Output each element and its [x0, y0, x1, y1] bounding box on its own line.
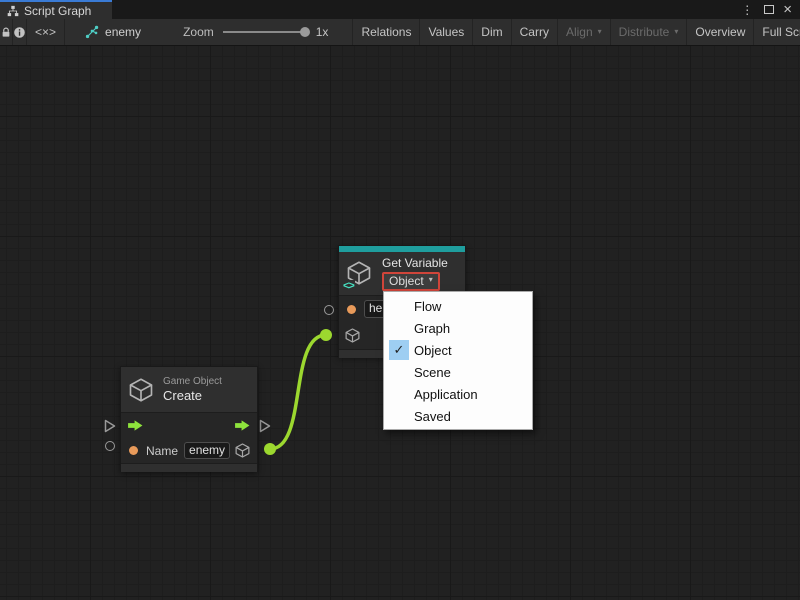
- relations-button[interactable]: Relations: [352, 19, 420, 45]
- node-title: Create: [163, 388, 222, 404]
- string-input-port[interactable]: [347, 305, 356, 314]
- info-icon: [13, 26, 26, 39]
- menu-item-scene[interactable]: Scene: [384, 361, 532, 383]
- graph-breadcrumb[interactable]: enemy: [81, 19, 149, 45]
- overview-label: Overview: [695, 25, 745, 39]
- node-title: Get Variable: [382, 256, 448, 270]
- menu-item-label: Object: [414, 343, 452, 358]
- chevron-down-icon: ▾: [674, 27, 678, 36]
- close-button[interactable]: ×: [783, 2, 792, 17]
- distribute-label: Distribute: [619, 25, 670, 39]
- zoom-control: Zoom 1x: [175, 19, 336, 45]
- menu-item-application[interactable]: Application: [384, 383, 532, 405]
- get-variable-header[interactable]: <> Get Variable Object ▾: [339, 252, 465, 295]
- variable-scope-menu: Flow Graph ✓ Object Scene Application Sa…: [383, 291, 533, 430]
- name-label: Name: [146, 444, 178, 458]
- lock-icon: [0, 26, 12, 39]
- menu-item-label: Scene: [414, 365, 451, 380]
- inspect-button[interactable]: [13, 19, 27, 45]
- menu-item-saved[interactable]: Saved: [384, 405, 532, 427]
- full-screen-label: Full Screen: [762, 25, 800, 39]
- distribute-dropdown-button[interactable]: Distribute ▾: [611, 19, 688, 45]
- dim-label: Dim: [481, 25, 502, 39]
- zoom-value: 1x: [316, 25, 329, 39]
- graph-toolbar: <×> enemy Zoom 1x Relations Values Dim C…: [0, 19, 800, 46]
- create-name-input-port[interactable]: [105, 441, 115, 451]
- menu-item-label: Flow: [414, 299, 441, 314]
- create-flow-input-port[interactable]: [104, 419, 116, 433]
- full-screen-button[interactable]: Full Screen: [754, 19, 800, 45]
- window-controls: ⋮ ×: [739, 0, 800, 19]
- string-input-port[interactable]: [129, 446, 138, 455]
- zoom-slider[interactable]: [223, 31, 307, 33]
- lock-button[interactable]: [0, 19, 13, 45]
- code-icon: <×>: [35, 25, 56, 39]
- zoom-label: Zoom: [183, 25, 214, 39]
- chevron-down-icon: ▾: [429, 273, 433, 287]
- variable-scope-dropdown[interactable]: Object ▾: [382, 272, 440, 291]
- zoom-slider-handle[interactable]: [300, 27, 310, 37]
- window-menu-button[interactable]: ⋮: [739, 4, 755, 16]
- menu-item-label: Saved: [414, 409, 451, 424]
- graph-asset-icon: [85, 25, 99, 39]
- gameobject-cube-icon: [127, 376, 155, 404]
- graph-name: enemy: [105, 25, 141, 39]
- menu-item-label: Application: [414, 387, 478, 402]
- overview-button[interactable]: Overview: [687, 19, 754, 45]
- tab-script-graph[interactable]: Script Graph: [0, 0, 112, 19]
- node-footer: [121, 463, 257, 472]
- relations-label: Relations: [361, 25, 411, 39]
- menu-item-graph[interactable]: Graph: [384, 317, 532, 339]
- gameobject-type-icon: [344, 327, 361, 344]
- flow-out-arrow-icon[interactable]: [234, 419, 251, 432]
- chevron-down-icon: ▾: [598, 27, 602, 36]
- get-variable-flow-input-port[interactable]: [324, 305, 334, 315]
- game-object-create-node[interactable]: Game Object Create Name enemy: [120, 366, 258, 472]
- create-node-header[interactable]: Game Object Create: [121, 367, 257, 412]
- create-flow-output-port[interactable]: [259, 419, 271, 433]
- flow-row: [121, 412, 257, 438]
- variable-cube-icon: <>: [345, 259, 375, 289]
- align-dropdown-button[interactable]: Align ▾: [558, 19, 611, 45]
- carry-label: Carry: [520, 25, 549, 39]
- values-label: Values: [428, 25, 464, 39]
- name-row: Name enemy: [121, 438, 257, 463]
- toolbar-spacer: [336, 19, 352, 45]
- carry-button[interactable]: Carry: [512, 19, 558, 45]
- name-value-field[interactable]: enemy: [184, 442, 230, 459]
- maximize-button[interactable]: [764, 5, 774, 14]
- node-category: Game Object: [163, 376, 222, 388]
- align-label: Align: [566, 25, 593, 39]
- tab-bar: Script Graph ⋮ ×: [0, 0, 800, 19]
- tab-label: Script Graph: [24, 4, 91, 18]
- flow-in-arrow-icon[interactable]: [127, 419, 144, 432]
- scope-value: Object: [389, 274, 424, 288]
- values-button[interactable]: Values: [420, 19, 473, 45]
- menu-item-label: Graph: [414, 321, 450, 336]
- menu-item-object[interactable]: ✓ Object: [384, 339, 532, 361]
- check-icon: ✓: [389, 340, 409, 360]
- graph-hierarchy-icon: [7, 5, 19, 17]
- code-preview-button[interactable]: <×>: [27, 19, 65, 45]
- menu-item-flow[interactable]: Flow: [384, 295, 532, 317]
- variable-badge-icon: <>: [343, 280, 355, 292]
- check-cell: ✓: [384, 340, 414, 360]
- toolbar-gap: [65, 19, 81, 45]
- gameobject-output-icon: [234, 442, 251, 459]
- dim-button[interactable]: Dim: [473, 19, 511, 45]
